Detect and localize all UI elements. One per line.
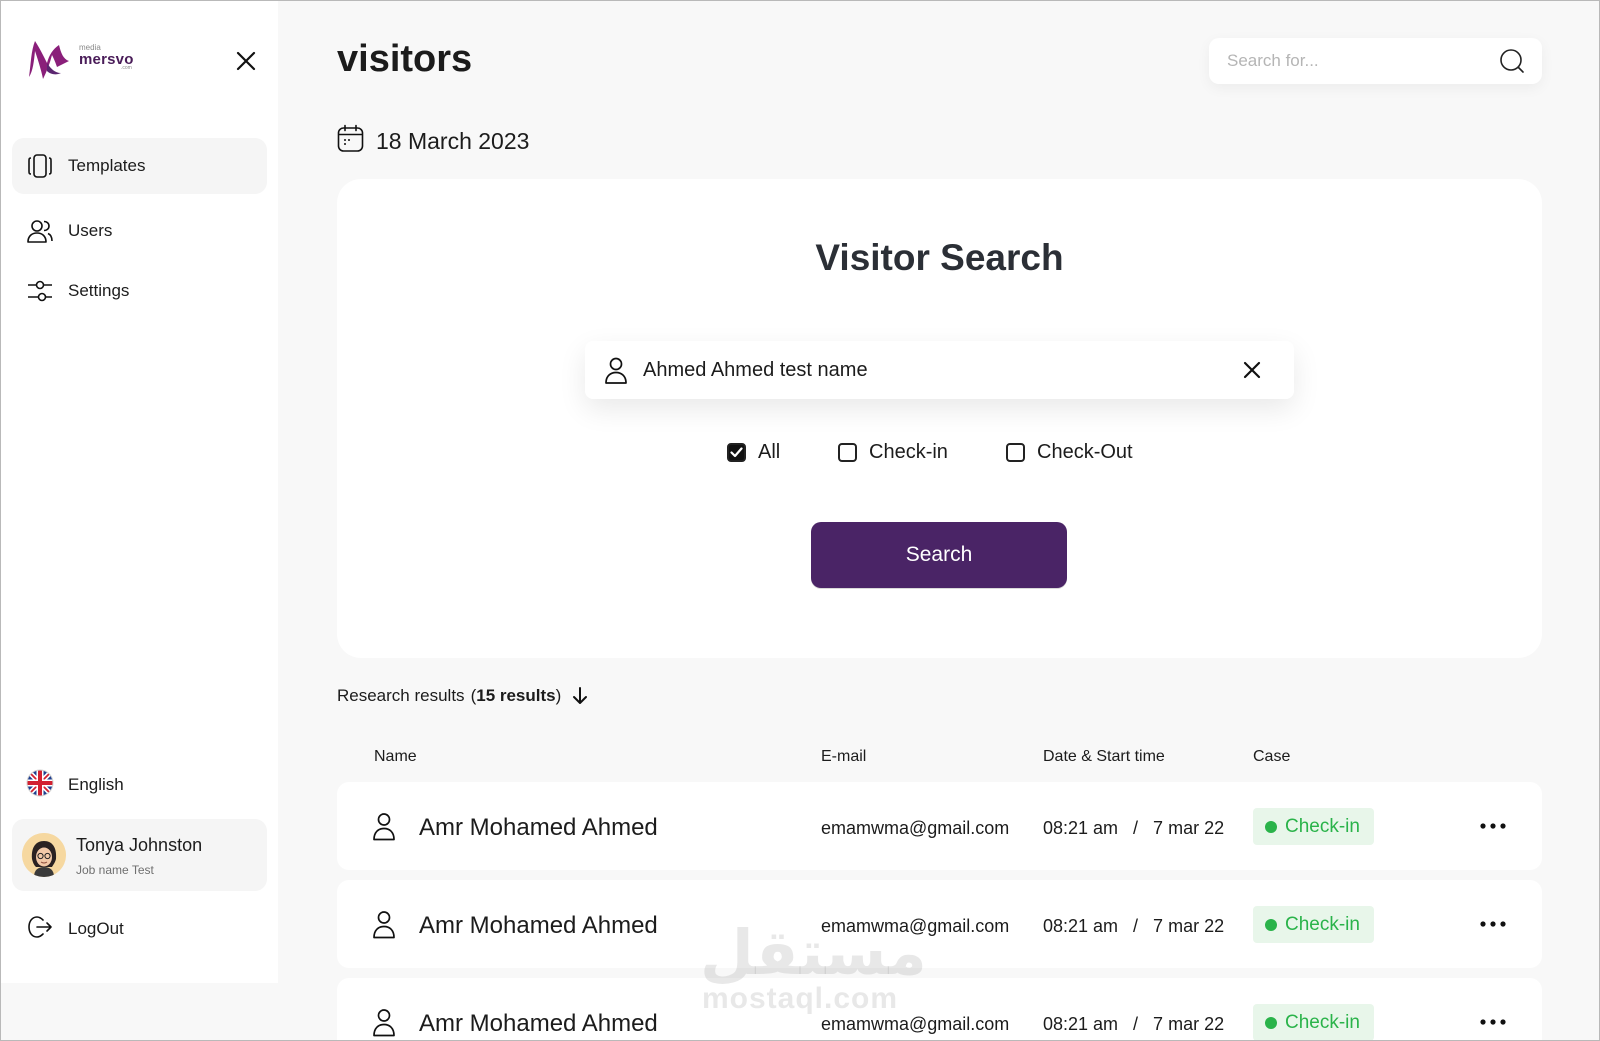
sidebar-item-label: Settings: [68, 281, 130, 300]
filter-check-out[interactable]: Check-Out: [1006, 441, 1133, 464]
more-options-icon[interactable]: [1479, 914, 1507, 934]
sidebar-item-settings[interactable]: Settings: [12, 263, 267, 319]
sidebar: media mersvo .com Templates Users Settin…: [1, 1, 278, 983]
filter-check-in[interactable]: Check-in: [838, 441, 948, 464]
status-label: Check-in: [1285, 815, 1360, 837]
checkbox-unchecked-icon[interactable]: [838, 443, 857, 462]
status-dot-icon: [1265, 820, 1277, 833]
table-row[interactable]: Amr Mohamed Ahmed emamwma@gmail.com 08:2…: [337, 782, 1542, 870]
status-badge: Check-in: [1253, 906, 1374, 943]
results-label: Research results: [337, 686, 465, 705]
filter-label: Check-in: [869, 441, 948, 463]
search-icon[interactable]: [1498, 47, 1526, 75]
visitor-name-input[interactable]: [643, 341, 1223, 399]
visitor-email: emamwma@gmail.com: [821, 916, 1010, 936]
status-label: Check-in: [1285, 1011, 1360, 1033]
top-search-input[interactable]: [1227, 38, 1487, 84]
results-count-text: 15 results: [476, 686, 556, 705]
status-label: Check-in: [1285, 913, 1360, 935]
column-header-case: Case: [1253, 748, 1291, 765]
column-header-name: Name: [374, 748, 417, 765]
results-header: Research results (15 results): [337, 686, 589, 706]
filter-all[interactable]: All: [727, 441, 780, 464]
status-dot-icon: [1265, 918, 1277, 931]
visitor-name: Amr Mohamed Ahmed: [419, 1010, 658, 1037]
search-button[interactable]: Search: [811, 522, 1067, 588]
visitor-datetime: 08:21 am / 7 mar 22: [1043, 1014, 1225, 1034]
status-badge: Check-in: [1253, 1004, 1374, 1041]
user-profile-card[interactable]: Tonya Johnston Job name Test: [12, 819, 267, 891]
sidebar-item-label: Templates: [68, 156, 146, 175]
results-count-close: ): [555, 686, 562, 705]
visitor-datetime: 08:21 am / 7 mar 22: [1043, 916, 1225, 936]
clear-input-button[interactable]: [1241, 359, 1263, 381]
visitor-search-box: [585, 341, 1294, 399]
language-label: English: [68, 775, 124, 794]
logo-mark-icon: [29, 41, 69, 79]
visitor-search-title: Visitor Search: [815, 237, 1064, 278]
close-icon: [1243, 361, 1261, 379]
date-label: 18 March 2023: [376, 127, 530, 154]
settings-sliders-icon: [26, 277, 54, 305]
user-icon: [369, 909, 399, 939]
more-options-icon[interactable]: [1479, 816, 1507, 836]
visitor-email: emamwma@gmail.com: [821, 818, 1010, 838]
visitor-email: emamwma@gmail.com: [821, 1014, 1010, 1034]
results-table-header: Name E-mail Date & Start time Case: [337, 748, 1542, 768]
logout-label: LogOut: [68, 919, 124, 938]
filter-label: Check-Out: [1037, 441, 1133, 463]
visitor-name: Amr Mohamed Ahmed: [419, 814, 658, 841]
table-row[interactable]: Amr Mohamed Ahmed emamwma@gmail.com 08:2…: [337, 978, 1542, 1041]
visitor-search-card: Visitor Search All Check-in C: [337, 179, 1542, 658]
top-search-bar: [1209, 38, 1542, 84]
uk-flag-icon: [26, 769, 54, 802]
page-title: visitors: [337, 38, 473, 80]
avatar: [22, 833, 66, 877]
visitor-name: Amr Mohamed Ahmed: [419, 912, 658, 939]
user-icon: [369, 1007, 399, 1037]
logo-small-bottom: .com: [121, 65, 132, 71]
sidebar-item-users[interactable]: Users: [12, 203, 267, 259]
results-count: (15 results): [471, 686, 562, 706]
status-dot-icon: [1265, 1016, 1277, 1029]
language-selector[interactable]: English: [12, 761, 267, 809]
visitor-datetime: 08:21 am / 7 mar 22: [1043, 818, 1225, 838]
logout-icon: [26, 913, 54, 946]
status-badge: Check-in: [1253, 808, 1374, 845]
column-header-email: E-mail: [821, 748, 867, 765]
profile-job: Job name Test: [76, 863, 154, 877]
templates-icon: [26, 152, 54, 180]
close-icon: [236, 51, 256, 71]
checkbox-unchecked-icon[interactable]: [1006, 443, 1025, 462]
user-icon: [369, 811, 399, 841]
checkbox-checked-icon[interactable]: [727, 443, 746, 462]
user-icon: [601, 355, 631, 385]
sidebar-item-templates[interactable]: Templates: [12, 138, 267, 194]
profile-name: Tonya Johnston: [76, 835, 203, 855]
calendar-icon[interactable]: [337, 124, 364, 158]
sidebar-item-label: Users: [68, 221, 113, 240]
results-table: Amr Mohamed Ahmed emamwma@gmail.com 08:2…: [337, 782, 1542, 1041]
date-display: 18 March 2023: [337, 124, 529, 158]
table-row[interactable]: Amr Mohamed Ahmed emamwma@gmail.com 08:2…: [337, 880, 1542, 968]
brand-logo[interactable]: media mersvo .com: [25, 33, 145, 85]
column-header-datetime: Date & Start time: [1043, 748, 1165, 765]
sort-arrow-down-icon[interactable]: [571, 686, 589, 706]
close-sidebar-button[interactable]: [235, 50, 257, 72]
more-options-icon[interactable]: [1479, 1012, 1507, 1032]
case-filters: All Check-in Check-Out: [337, 441, 1542, 471]
filter-label: All: [758, 441, 781, 463]
users-icon: [26, 217, 54, 245]
logout-button[interactable]: LogOut: [12, 905, 267, 953]
